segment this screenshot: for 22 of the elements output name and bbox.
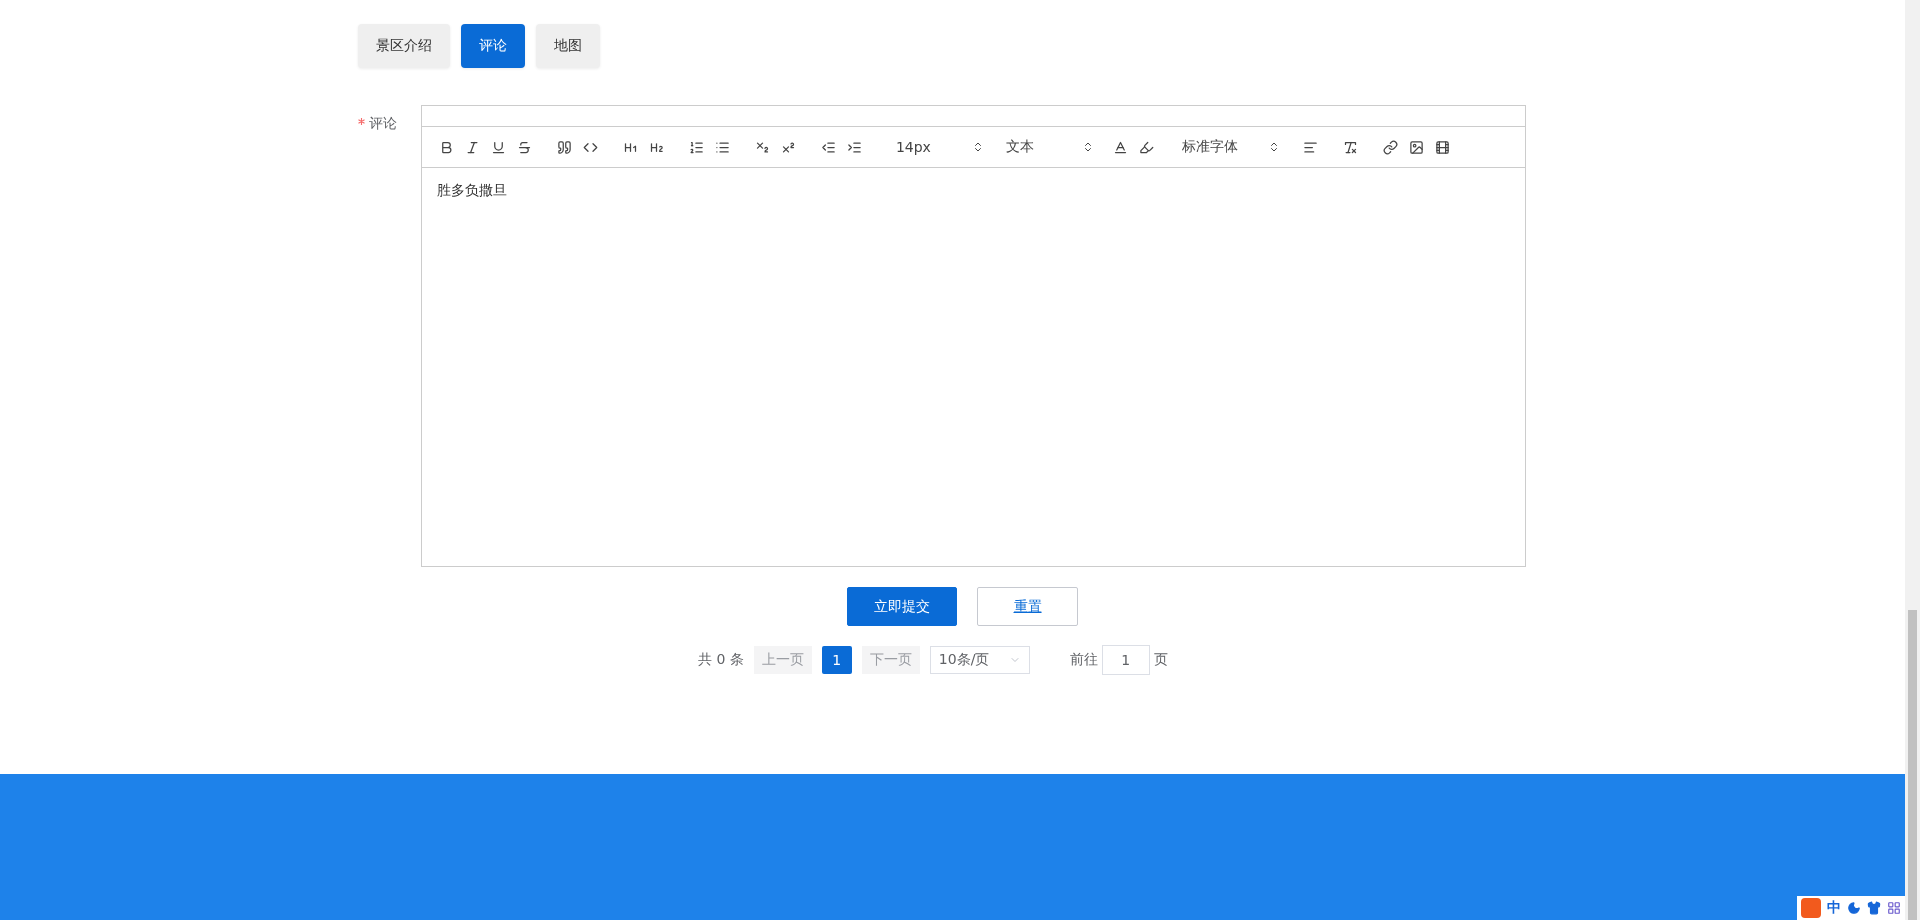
shirt-icon[interactable] [1867,901,1881,915]
page-size-select[interactable]: 10条/页 [929,646,1030,674]
grid-icon[interactable] [1887,901,1901,915]
input-mode[interactable]: 中 [1827,899,1841,917]
tab[interactable]: 评论 [461,24,525,68]
tab[interactable]: 景区介绍 [358,24,450,68]
goto-label: 前往 [1069,651,1098,669]
page-suffix: 页 [1153,651,1168,669]
editor-text: 胜多负撒旦 [436,182,507,198]
toolbar-select[interactable]: 标准字体 [1173,138,1284,156]
toolbar-select[interactable]: 14px [887,139,988,155]
toolbar-select[interactable]: 文本 [997,138,1098,156]
submit-button[interactable]: 立即提交 [847,587,957,626]
page-input[interactable]: 1 [1101,645,1150,675]
total-count: 共 0 条 [698,651,744,669]
reset-button[interactable]: 重置 [977,587,1078,626]
tab[interactable]: 地图 [536,24,600,68]
field-label: 评论 [358,105,421,567]
moon-icon[interactable] [1847,901,1861,915]
page-number[interactable]: 1 [821,646,852,674]
rich-text-editor[interactable]: 14px 文本 标准字体 胜多负撒旦 [420,105,1526,567]
scrollbar[interactable] [1905,0,1920,920]
